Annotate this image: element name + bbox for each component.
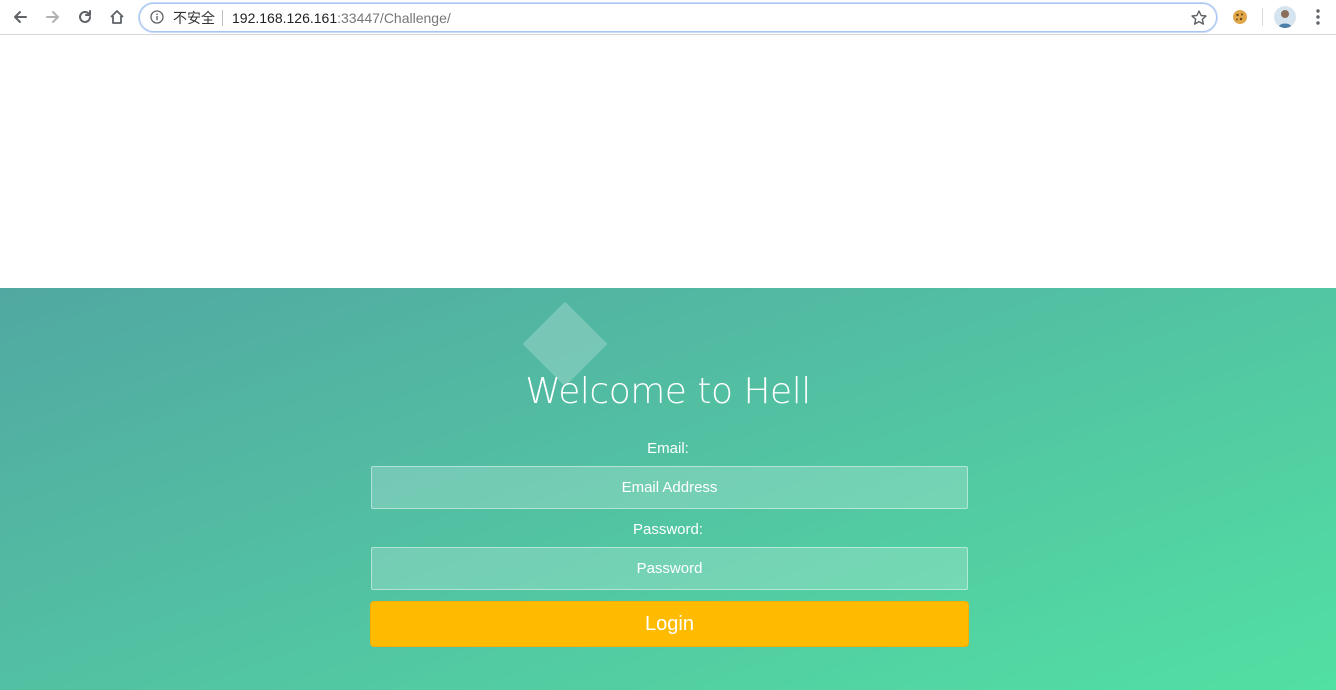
- url-text[interactable]: 192.168.126.161:33447/Challenge/: [232, 10, 451, 26]
- star-icon[interactable]: [1190, 9, 1208, 27]
- back-arrow-icon: [14, 11, 27, 23]
- forward-arrow-icon: [46, 11, 59, 23]
- home-button[interactable]: [105, 5, 129, 29]
- password-label: Password:: [632, 521, 704, 538]
- password-field[interactable]: [371, 547, 968, 590]
- reload-icon: [79, 10, 91, 23]
- home-icon: [110, 10, 124, 24]
- address-bar[interactable]: 不安全 192.168.126.161:33447/Challenge/: [139, 3, 1217, 32]
- security-status-label[interactable]: 不安全: [173, 10, 215, 26]
- reload-button[interactable]: [73, 5, 97, 29]
- page-title: Welcome to Hell: [525, 371, 811, 412]
- url-host: 192.168.126.161: [232, 10, 338, 26]
- toolbar-divider: [1262, 8, 1263, 26]
- info-icon[interactable]: [150, 10, 164, 24]
- login-button[interactable]: Login: [370, 601, 969, 647]
- back-button[interactable]: [8, 5, 32, 29]
- forward-button[interactable]: [41, 5, 65, 29]
- kebab-menu-icon[interactable]: [1309, 7, 1327, 27]
- url-path: :33447/Challenge/: [337, 10, 451, 26]
- browser-toolbar: 不安全 192.168.126.161:33447/Challenge/: [0, 0, 1336, 35]
- cookie-icon[interactable]: [1230, 7, 1250, 27]
- login-section: Welcome to Hell Email: Password: Login: [0, 288, 1336, 690]
- page-content: Welcome to Hell Email: Password: Login: [0, 36, 1336, 690]
- email-label: Email:: [647, 440, 689, 457]
- avatar-icon[interactable]: [1274, 6, 1296, 28]
- email-field[interactable]: [371, 466, 968, 509]
- address-bar-divider: [222, 10, 223, 26]
